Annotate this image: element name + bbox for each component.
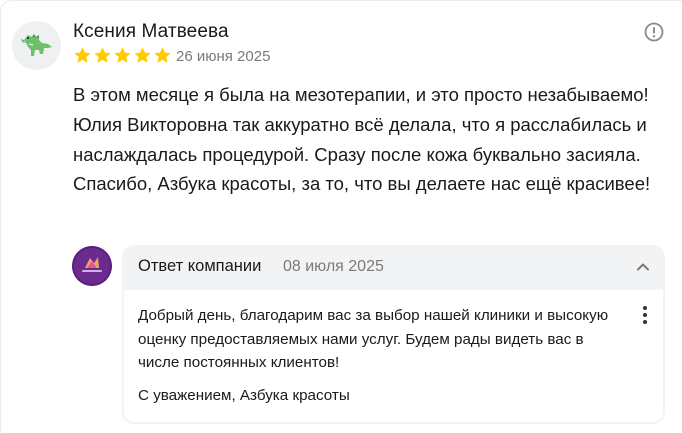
star-icon (154, 47, 171, 63)
user-avatar[interactable] (12, 21, 61, 70)
reply-body: Добрый день, благодарим вас за выбор наш… (123, 289, 664, 423)
star-icon (94, 47, 111, 63)
review-author-name[interactable]: Ксения Матвеева (73, 21, 229, 43)
more-options-button[interactable] (636, 304, 654, 326)
rating-stars (73, 46, 172, 65)
review-card: Ксения Матвеева 26 июня 2025 В этом меся… (0, 0, 682, 433)
reply-signature: С уважением, Азбука красоты (138, 387, 350, 404)
company-avatar[interactable] (72, 246, 112, 286)
kebab-menu-icon (643, 306, 647, 324)
review-text: В этом месяце я была на мезотерапии, и э… (73, 84, 651, 195)
reply-date: 08 июля 2025 (283, 258, 384, 275)
company-reply: Ответ компании 08 июля 2025 Добрый день,… (122, 245, 665, 424)
dinosaur-icon (20, 33, 52, 56)
chevron-up-icon (637, 263, 649, 271)
collapse-reply-button[interactable] (633, 257, 653, 277)
star-icon (134, 47, 151, 63)
reply-title: Ответ компании (138, 257, 262, 275)
report-button[interactable] (643, 21, 665, 43)
exclamation-circle-icon (644, 22, 664, 42)
reply-text: Добрый день, благодарим вас за выбор наш… (138, 307, 609, 371)
star-icon (74, 47, 91, 63)
company-logo-icon (72, 246, 112, 286)
star-icon (114, 47, 131, 63)
review-date: 26 июня 2025 (176, 48, 271, 65)
